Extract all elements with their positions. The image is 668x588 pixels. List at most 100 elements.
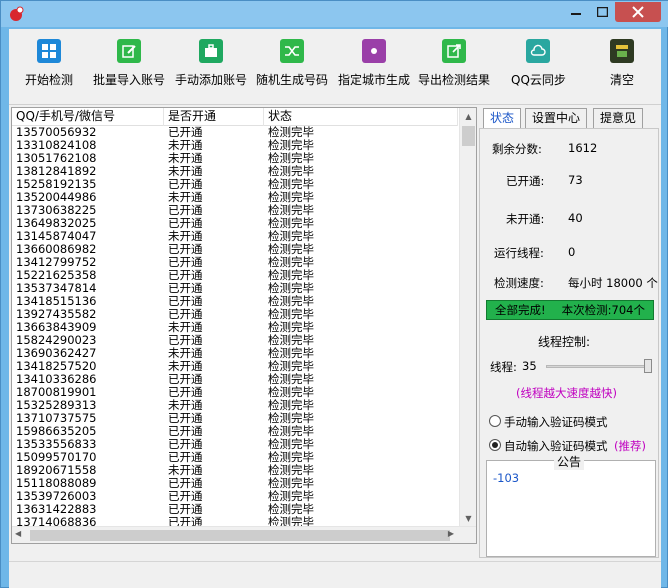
table-row[interactable]: 15986635205 已开通 检测完毕 (12, 425, 458, 438)
batch-import-button[interactable]: 批量导入账号 (93, 39, 165, 101)
start-detect-button[interactable]: 开始检测 (25, 39, 73, 101)
minimize-button[interactable] (563, 2, 589, 22)
status-cell: 检测完毕 (268, 360, 314, 373)
thread-slider-track[interactable] (546, 365, 650, 368)
opened-cell: 已开通 (168, 282, 203, 295)
table-row[interactable]: 13570056932 已开通 检测完毕 (12, 126, 458, 139)
thread-label: 线程: (490, 360, 517, 374)
remaining-label: 剩余分数: (492, 142, 542, 156)
manual-mode-label[interactable]: 手动输入验证码模式 (504, 414, 608, 430)
table-row[interactable]: 13310824108 未开通 检测完毕 (12, 139, 458, 152)
table-row[interactable]: 13730638225 已开通 检测完毕 (12, 204, 458, 217)
opened-cell: 未开通 (168, 152, 203, 165)
table-row[interactable]: 13631422883 已开通 检测完毕 (12, 503, 458, 516)
status-cell: 检测完毕 (268, 243, 314, 256)
qq-cloud-sync-button[interactable]: QQ云同步 (511, 39, 566, 101)
status-cell: 检测完毕 (268, 438, 314, 451)
table-row[interactable]: 13520044986 未开通 检测完毕 (12, 191, 458, 204)
column-header-status[interactable]: 状态 (264, 108, 458, 126)
horizontal-scrollbar[interactable]: ◀ ▶ (12, 526, 476, 543)
scroll-right-icon[interactable]: ▶ (448, 529, 454, 538)
status-cell: 检测完毕 (268, 477, 314, 490)
opened-cell: 未开通 (168, 399, 203, 412)
table-row[interactable]: 13533556833 已开通 检测完毕 (12, 438, 458, 451)
thread-slider-thumb[interactable] (644, 359, 652, 373)
auto-mode-radio[interactable] (489, 439, 501, 451)
close-icon (632, 6, 644, 18)
table-row[interactable]: 13412799752 已开通 检测完毕 (12, 256, 458, 269)
completion-text: 全部完成! (495, 303, 546, 317)
status-cell: 检测完毕 (268, 230, 314, 243)
manual-mode-radio[interactable] (489, 415, 501, 427)
table-row[interactable]: 13663843909 未开通 检测完毕 (12, 321, 458, 334)
table-row[interactable]: 18700819901 已开通 检测完毕 (12, 386, 458, 399)
scroll-up-icon[interactable]: ▲ (460, 108, 476, 125)
threads-label: 运行线程: (494, 246, 544, 260)
status-cell: 检测完毕 (268, 399, 314, 412)
toolbar-label: 手动添加账号 (175, 73, 248, 87)
tab-status[interactable]: 状态 (483, 108, 522, 128)
table-row[interactable]: 15118088089 已开通 检测完毕 (12, 477, 458, 490)
table-row[interactable]: 13539726003 已开通 检测完毕 (12, 490, 458, 503)
toolbar-label: QQ云同步 (511, 73, 566, 87)
clear-button[interactable]: 清空 (610, 39, 634, 101)
status-cell: 检测完毕 (268, 373, 314, 386)
table-row[interactable]: 13410336286 已开通 检测完毕 (12, 373, 458, 386)
table-row[interactable]: 15824290023 已开通 检测完毕 (12, 334, 458, 347)
table-row[interactable]: 13649832025 已开通 检测完毕 (12, 217, 458, 230)
vertical-scrollbar[interactable]: ▲ ▼ (459, 108, 476, 527)
table-row[interactable]: 13051762108 未开通 检测完毕 (12, 152, 458, 165)
tab-settings[interactable]: 设置中心 (525, 108, 588, 128)
toolbar-label: 随机生成号码 (256, 73, 329, 87)
table-row[interactable]: 13927435582 已开通 检测完毕 (12, 308, 458, 321)
column-header-opened[interactable]: 是否开通 (164, 108, 264, 126)
table-row[interactable]: 13812841892 未开通 检测完毕 (12, 165, 458, 178)
city-generate-button[interactable]: 指定城市生成 (338, 39, 410, 101)
manual-add-button[interactable]: 手动添加账号 (175, 39, 247, 101)
auto-mode-label[interactable]: 自动输入验证码模式 (504, 438, 608, 454)
table-row[interactable]: 13418257520 未开通 检测完毕 (12, 360, 458, 373)
status-cell: 检测完毕 (268, 165, 314, 178)
account-list[interactable]: QQ/手机号/微信号 是否开通 状态 13570056932 已开通 检测完毕 133… (11, 107, 477, 544)
account-cell: 15824290023 (16, 334, 97, 347)
speed-label: 检测速度: (494, 276, 544, 290)
scroll-thumb[interactable] (462, 126, 475, 146)
table-row[interactable]: 15221625358 已开通 检测完毕 (12, 269, 458, 282)
status-cell: 检测完毕 (268, 321, 314, 334)
opened-cell: 已开通 (168, 269, 203, 282)
close-button[interactable] (615, 2, 661, 22)
account-cell: 13537347814 (16, 282, 97, 295)
table-row[interactable]: 18920671558 未开通 检测完毕 (12, 464, 458, 477)
table-row[interactable]: 13710737575 已开通 检测完毕 (12, 412, 458, 425)
account-cell: 13730638225 (16, 204, 97, 217)
account-cell: 15986635205 (16, 425, 97, 438)
status-cell: 检测完毕 (268, 503, 314, 516)
account-cell: 13412799752 (16, 256, 97, 269)
table-row[interactable]: 13690362427 未开通 检测完毕 (12, 347, 458, 360)
account-cell: 18920671558 (16, 464, 97, 477)
maximize-button[interactable] (589, 2, 615, 22)
table-row[interactable]: 13418515136 已开通 检测完毕 (12, 295, 458, 308)
status-cell: 检测完毕 (268, 152, 314, 165)
table-row[interactable]: 13660086982 已开通 检测完毕 (12, 243, 458, 256)
status-cell: 检测完毕 (268, 126, 314, 139)
notice-title: 公告 (554, 453, 585, 470)
table-row[interactable]: 15258192135 已开通 检测完毕 (12, 178, 458, 191)
export-results-button[interactable]: 导出检测结果 (418, 39, 490, 101)
table-row[interactable]: 13145874047 未开通 检测完毕 (12, 230, 458, 243)
table-row[interactable]: 13537347814 已开通 检测完毕 (12, 282, 458, 295)
table-row[interactable]: 15325289313 未开通 检测完毕 (12, 399, 458, 412)
scroll-left-icon[interactable]: ◀ (15, 529, 21, 538)
opened-cell: 已开通 (168, 451, 203, 464)
status-cell: 检测完毕 (268, 139, 314, 152)
minimize-icon (571, 13, 581, 15)
column-header-account[interactable]: QQ/手机号/微信号 (12, 108, 164, 126)
account-cell: 13927435582 (16, 308, 97, 321)
status-cell: 检测完毕 (268, 490, 314, 503)
remaining-value: 1612 (568, 141, 598, 155)
scroll-down-icon[interactable]: ▼ (460, 510, 476, 527)
hscroll-thumb[interactable] (30, 530, 450, 541)
table-row[interactable]: 15099570170 已开通 检测完毕 (12, 451, 458, 464)
tab-feedback[interactable]: 提意见 (593, 108, 644, 128)
random-generate-button[interactable]: 随机生成号码 (256, 39, 328, 101)
